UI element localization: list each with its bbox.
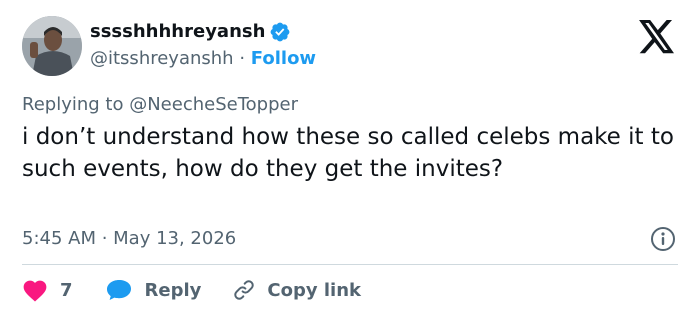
- verified-badge-icon: [269, 21, 291, 43]
- action-bar: 7 Reply Copy link: [22, 276, 361, 304]
- replying-to-prefix: Replying to: [22, 94, 124, 115]
- replying-to-mention[interactable]: @NeecheSeTopper: [129, 94, 298, 115]
- x-logo-icon[interactable]: [638, 20, 676, 54]
- divider: [22, 264, 678, 265]
- copy-link-label: Copy link: [267, 279, 361, 301]
- speech-bubble-icon: [106, 280, 131, 300]
- tweet-timestamp[interactable]: 5:45 AM · May 13, 2026: [22, 227, 236, 251]
- handle-separator: ·: [239, 48, 246, 69]
- avatar-photo: [22, 16, 82, 76]
- tweet-text: i don’t understand how these so called c…: [22, 124, 674, 182]
- reply-button[interactable]: Reply: [105, 278, 232, 302]
- author-handle-row: @itsshreyanshh · Follow: [90, 47, 316, 71]
- author-handle[interactable]: @itsshreyanshh: [90, 48, 234, 69]
- author-name-row[interactable]: sssshhhhreyansh: [90, 20, 291, 44]
- replying-to-line: Replying to @NeecheSeTopper: [22, 93, 298, 117]
- like-count: 7: [60, 279, 73, 301]
- follow-button[interactable]: Follow: [251, 48, 316, 69]
- like-button[interactable]: 7: [22, 278, 105, 302]
- copy-link-button[interactable]: Copy link: [231, 278, 361, 302]
- heart-icon: [23, 280, 47, 302]
- author-display-name[interactable]: sssshhhhreyansh: [90, 20, 265, 44]
- info-icon[interactable]: [650, 226, 676, 252]
- link-icon: [234, 280, 255, 300]
- avatar[interactable]: [22, 16, 82, 76]
- reply-label: Reply: [144, 279, 202, 301]
